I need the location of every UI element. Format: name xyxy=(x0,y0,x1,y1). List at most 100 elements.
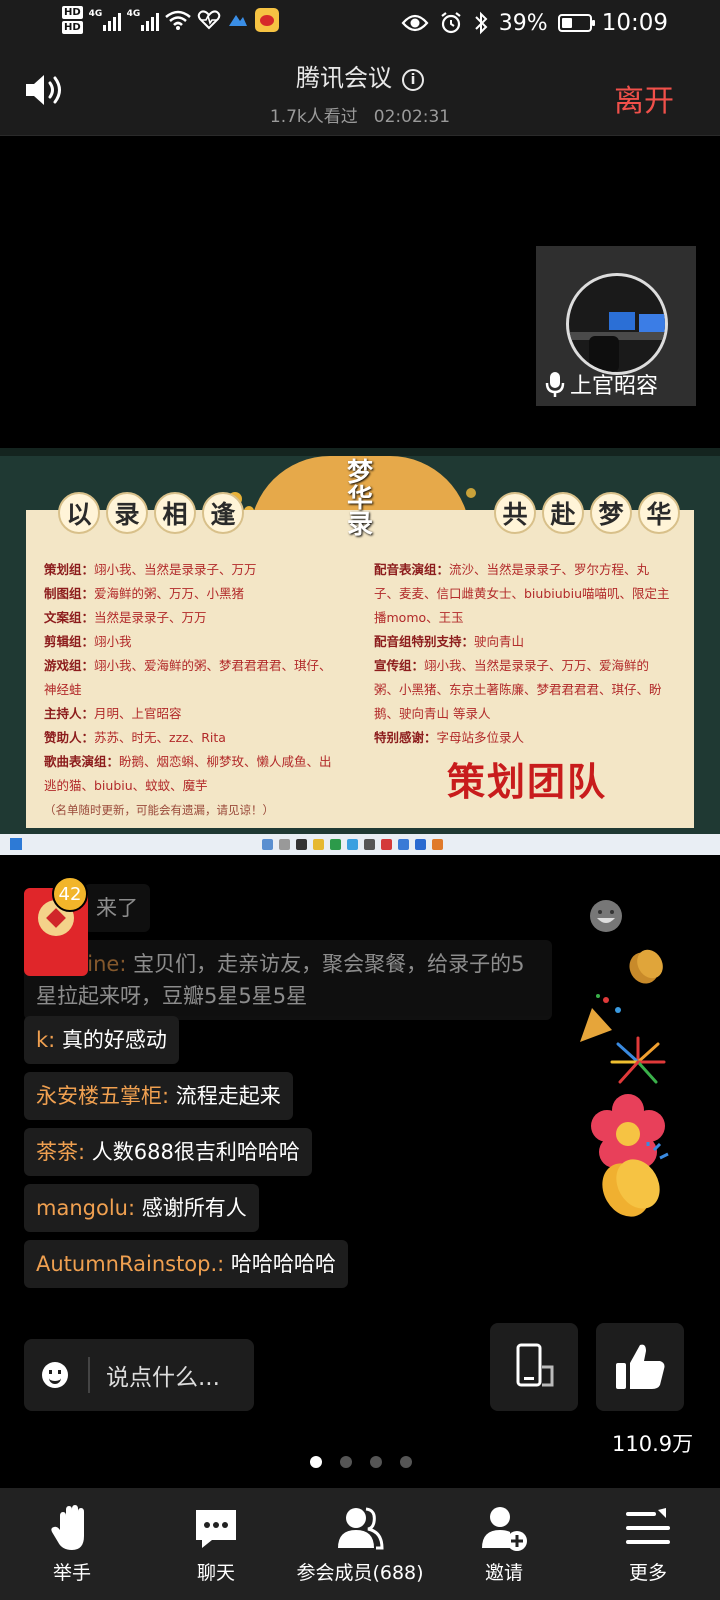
red-packet-count-badge: 42 xyxy=(52,876,88,912)
like-button[interactable] xyxy=(596,1323,684,1411)
banner-char: 赴 xyxy=(542,492,584,534)
chat-user: k: xyxy=(36,1028,56,1052)
more-menu-icon xyxy=(626,1508,670,1544)
microphone-icon xyxy=(545,372,565,397)
nav-more[interactable]: 更多 xyxy=(576,1488,720,1600)
battery-icon xyxy=(557,14,595,32)
info-icon[interactable]: i xyxy=(402,69,424,91)
chat-user: 永安楼五掌柜: xyxy=(36,1084,170,1108)
nav-label: 聊天 xyxy=(196,1562,235,1584)
shared-screen[interactable]: 梦华录 以录相逢 共赴梦华 策划组：翊小我、当然是录录子、万万 制图组：爱海鲜的粥… xyxy=(0,448,720,855)
page-dot[interactable] xyxy=(400,1456,412,1468)
hd-indicators: HD HD xyxy=(62,6,83,34)
credit-names: 爱海鲜的粥、万万、小黑猪 xyxy=(94,586,245,601)
page-dot[interactable] xyxy=(370,1456,382,1468)
banner-right: 共赴梦华 xyxy=(494,492,680,534)
members-icon xyxy=(338,1507,384,1550)
hd1-badge: HD xyxy=(62,6,83,19)
emoji-icon[interactable] xyxy=(42,1362,68,1388)
nav-label: 参会成员(688) xyxy=(296,1562,424,1584)
like-count: 110.9万 xyxy=(612,1432,694,1456)
meeting-header: 腾讯会议 i 1.7k人看过 02:02:31 离开 xyxy=(0,48,720,136)
chat-user: AutumnRainstop.: xyxy=(36,1252,225,1276)
page-indicator xyxy=(310,1456,412,1468)
heart-rate-icon xyxy=(197,10,220,30)
input-divider xyxy=(88,1357,90,1393)
calligraphy-title: 梦华录 xyxy=(340,460,380,538)
share-top-strip xyxy=(0,448,720,456)
credit-line: 赞助人：苏苏、时无、zzz、Rita xyxy=(44,726,344,750)
banner-char: 相 xyxy=(154,492,196,534)
page-dot[interactable] xyxy=(340,1456,352,1468)
credit-role: 赞助人： xyxy=(44,730,95,745)
chat-user: mangolu: xyxy=(36,1196,136,1220)
meeting-title: 腾讯会议 xyxy=(296,64,392,92)
credit-names: 字母站多位录人 xyxy=(436,730,525,745)
credit-line: 游戏组：翊小我、爱海鲜的粥、梦君君君君、琪仔、神经蛙 xyxy=(44,654,344,702)
chat-message: caroline: 宝贝们，走亲访友，聚会聚餐，给录子的5星拉起来呀，豆瓣5星5… xyxy=(24,940,552,1020)
chat-bubble-icon xyxy=(196,1510,236,1548)
credit-names: 翊小我、当然是录录子、万万 xyxy=(94,562,257,577)
status-bar: HD HD 4G 4G 39% 10:09 xyxy=(0,0,720,48)
windows-taskbar xyxy=(0,834,720,855)
credit-role: 配音表演组： xyxy=(374,562,450,577)
credit-role: 制图组： xyxy=(44,586,95,601)
rotate-screen-icon xyxy=(516,1343,554,1387)
nav-label: 邀请 xyxy=(484,1562,523,1584)
banner-char: 录 xyxy=(106,492,148,534)
credit-line: 配音表演组：流沙、当然是录录子、罗尔方程、丸子、麦麦、信口雌黄女士、biubiu… xyxy=(374,558,674,630)
credit-line: 文案组：当然是录录子、万万 xyxy=(44,606,344,630)
credit-role: 游戏组： xyxy=(44,658,95,673)
chat-input[interactable]: 说点什么... xyxy=(24,1339,254,1411)
taskbar-icons xyxy=(262,839,443,850)
chat-text: 人数688很吉利哈哈哈 xyxy=(91,1140,300,1164)
credit-role: 文案组： xyxy=(44,610,95,625)
nav-chat[interactable]: 聊天 xyxy=(144,1488,288,1600)
credit-role: 歌曲表演组： xyxy=(44,754,120,769)
credit-line: 剪辑组：翊小我 xyxy=(44,630,344,654)
chat-message: 茶茶: 人数688很吉利哈哈哈 xyxy=(24,1128,312,1176)
nav-raise-hand[interactable]: 举手 xyxy=(0,1488,144,1600)
credit-names: 月明、上官昭容 xyxy=(94,706,182,721)
credit-names: 翊小我 xyxy=(94,634,132,649)
credit-role: 宣传组： xyxy=(374,658,425,673)
participant-tile[interactable]: 上官昭容 xyxy=(536,246,696,406)
alarm-icon xyxy=(441,12,461,34)
nav-members[interactable]: 参会成员(688) xyxy=(288,1488,432,1600)
participant-name: 上官昭容 xyxy=(570,374,659,399)
chat-text: 来了 xyxy=(96,896,138,920)
chat-text: 感谢所有人 xyxy=(141,1196,247,1220)
signal-2-icon: 4G xyxy=(127,9,159,31)
flower-decoration xyxy=(466,488,476,498)
rotate-screen-button[interactable] xyxy=(490,1323,578,1411)
credit-line: 配音组特别支持：驶向青山 xyxy=(374,630,674,654)
invite-icon xyxy=(482,1507,527,1551)
nav-invite[interactable]: 邀请 xyxy=(432,1488,576,1600)
credit-names: 苏苏、时无、zzz、Rita xyxy=(94,730,226,745)
signal-1-icon: 4G xyxy=(89,9,121,31)
chat-message: 来了 xyxy=(84,884,150,932)
credit-line: 特别感谢：字母站多位录人 xyxy=(374,726,674,750)
credit-line: 策划组：翊小我、当然是录录子、万万 xyxy=(44,558,344,582)
meeting-title-row[interactable]: 腾讯会议 i xyxy=(0,58,720,93)
clock: 10:09 xyxy=(601,10,668,36)
credit-role: 策划组： xyxy=(44,562,95,577)
credit-role: 配音组特别支持： xyxy=(374,634,475,649)
chat-user: 茶茶: xyxy=(36,1140,86,1164)
credit-line: 制图组：爱海鲜的粥、万万、小黑猪 xyxy=(44,582,344,606)
participant-label: 上官昭容 xyxy=(544,368,658,400)
nav-label: 更多 xyxy=(628,1562,667,1584)
viewer-count: 1.7k人看过 xyxy=(269,107,358,127)
avatar xyxy=(566,273,668,375)
leave-button[interactable]: 离开 xyxy=(614,76,674,120)
chat-message: mangolu: 感谢所有人 xyxy=(24,1184,259,1232)
credit-role: 剪辑组： xyxy=(44,634,95,649)
team-title: 策划团队 xyxy=(447,760,608,804)
credit-line: 宣传组：翊小我、当然是录录子、万万、爱海鲜的粥、小黑猪、东京土著陈廉、梦君君君君… xyxy=(374,654,674,726)
video-area: 上官昭容 xyxy=(0,137,720,447)
bottom-nav: 举手 聊天 参会成员(688) 邀请 更多 xyxy=(0,1488,720,1600)
credit-names: 当然是录录子、万万 xyxy=(94,610,207,625)
raise-hand-icon xyxy=(51,1505,84,1550)
credits-left-column: 策划组：翊小我、当然是录录子、万万 制图组：爱海鲜的粥、万万、小黑猪 文案组：当然是… xyxy=(44,558,344,822)
page-dot[interactable] xyxy=(310,1456,322,1468)
